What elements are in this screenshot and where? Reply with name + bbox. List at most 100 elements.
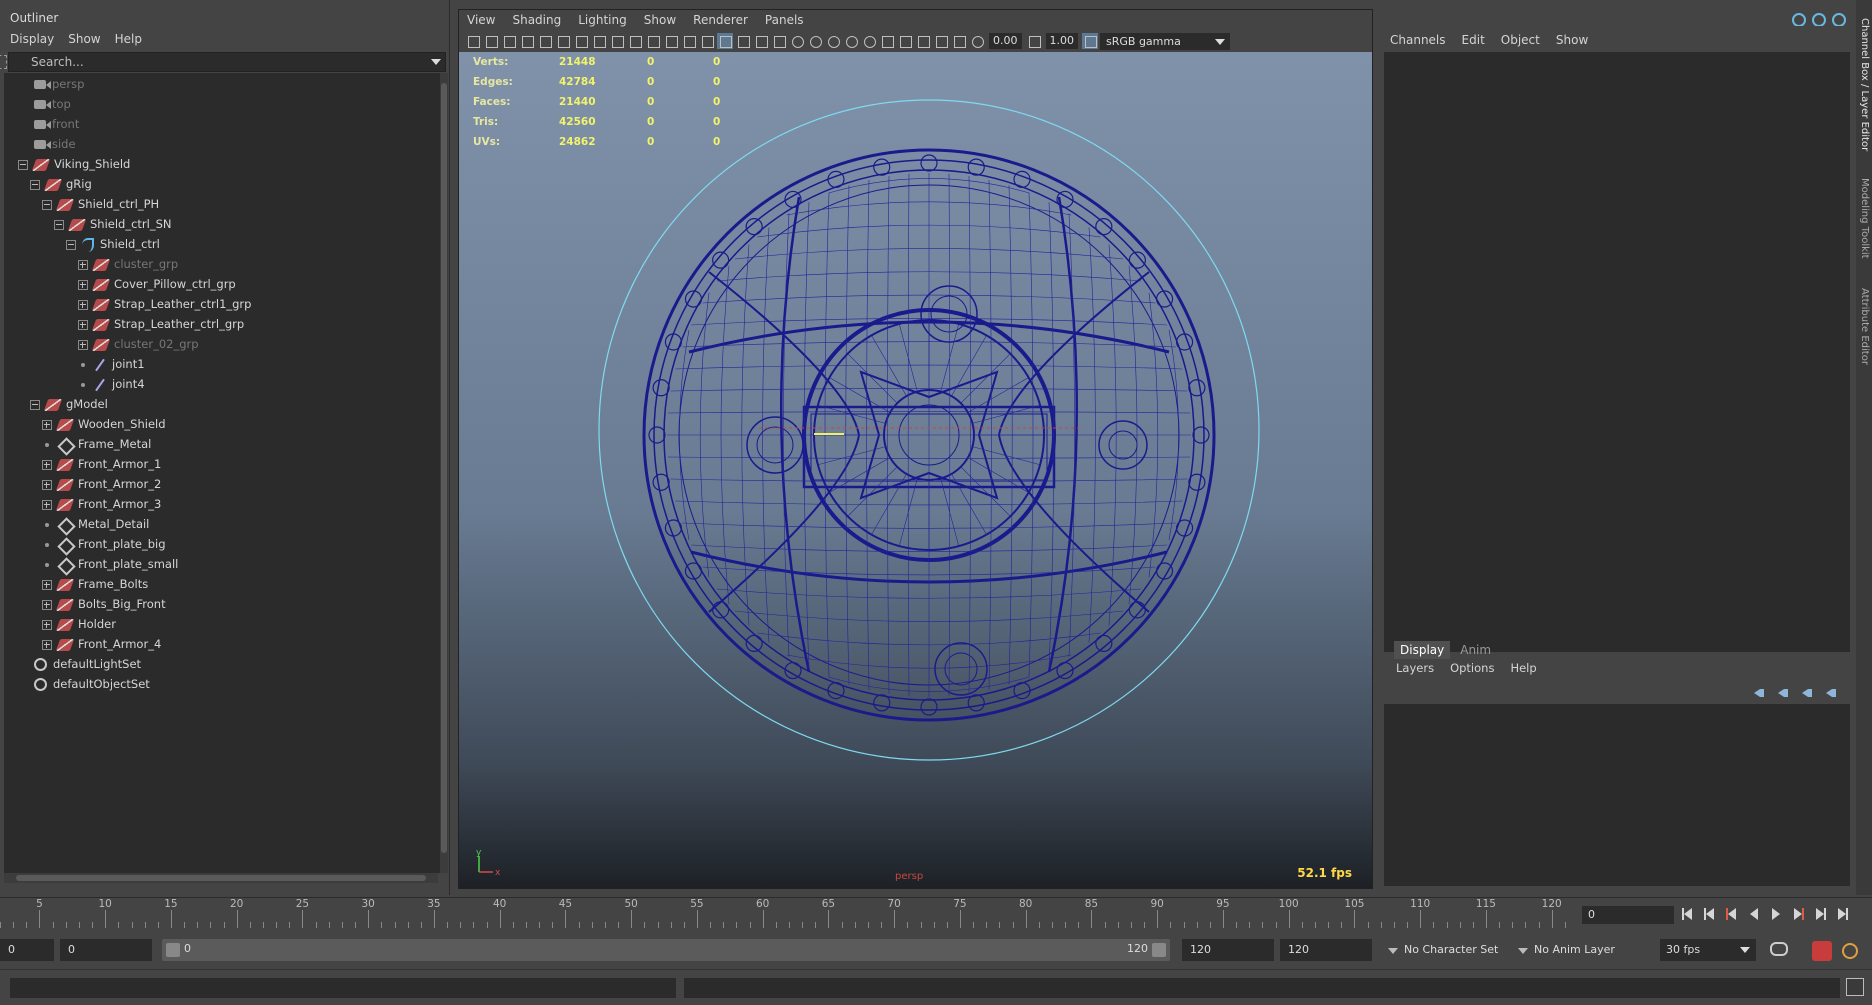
select-camera-icon[interactable] xyxy=(465,33,481,49)
viewport-menu-panels[interactable]: Panels xyxy=(765,13,804,27)
outliner-item[interactable]: Front_Armor_3 xyxy=(42,494,161,514)
xray-active-icon[interactable] xyxy=(933,33,949,49)
outliner-item[interactable]: Front_Armor_4 xyxy=(42,634,161,654)
expand-icon[interactable] xyxy=(42,599,52,610)
expand-icon[interactable] xyxy=(78,339,88,350)
expand-icon[interactable] xyxy=(78,279,88,290)
time-ruler[interactable]: 5 10 15 20 25 30 35 40 45 50 55 60 65 70 75 80 85 90 95 100… xyxy=(0,898,1578,930)
collapse-icon[interactable] xyxy=(18,159,28,170)
color-space-select[interactable]: sRGB gamma xyxy=(1100,32,1230,50)
safe-title-icon[interactable] xyxy=(699,33,715,49)
expand-icon[interactable] xyxy=(42,639,52,650)
exposure-field[interactable]: 0.00 xyxy=(989,33,1022,49)
outliner-item[interactable]: defaultLightSet xyxy=(18,654,141,674)
expand-icon[interactable] xyxy=(42,419,52,430)
manipulator[interactable] xyxy=(759,427,1079,435)
script-editor-icon[interactable] xyxy=(1846,978,1864,996)
expand-icon[interactable] xyxy=(42,579,52,590)
outliner-item[interactable]: Front_Armor_1 xyxy=(42,454,161,474)
side-tab-attribute-editor[interactable]: Attribute Editor xyxy=(1859,288,1870,365)
shadows-icon[interactable] xyxy=(807,33,823,49)
range-start-handle[interactable] xyxy=(166,943,180,957)
outliner-menu-display[interactable]: Display xyxy=(10,32,54,46)
collapse-icon[interactable] xyxy=(30,179,40,190)
field-chart-icon[interactable] xyxy=(663,33,679,49)
command-input[interactable] xyxy=(10,978,676,998)
animation-preferences-icon[interactable] xyxy=(1842,943,1858,959)
outliner-item[interactable]: Bolts_Big_Front xyxy=(42,594,166,614)
grid-icon[interactable] xyxy=(591,33,607,49)
auto-key-icon[interactable] xyxy=(1812,941,1832,961)
fps-select[interactable]: 30 fps xyxy=(1660,939,1756,961)
collapse-icon[interactable] xyxy=(30,399,40,410)
move-layer-up-icon[interactable] xyxy=(1752,687,1768,699)
textured-icon[interactable] xyxy=(771,33,787,49)
outliner-item[interactable]: front xyxy=(18,114,79,134)
step-forward-key-icon[interactable] xyxy=(1812,907,1828,921)
side-tab-modeling-toolkit[interactable]: Modeling Toolkit xyxy=(1859,178,1870,259)
outliner-menu-show[interactable]: Show xyxy=(68,32,100,46)
layer-menu-help[interactable]: Help xyxy=(1510,661,1536,675)
camera-attributes-icon[interactable] xyxy=(483,33,499,49)
outliner-item[interactable]: Frame_Bolts xyxy=(42,574,148,594)
loop-icon[interactable] xyxy=(1770,942,1788,956)
outliner-item[interactable]: defaultObjectSet xyxy=(18,674,150,694)
outliner-item[interactable]: Frame_Metal xyxy=(42,434,151,454)
gamma-field[interactable]: 1.00 xyxy=(1045,33,1078,49)
go-to-start-icon[interactable] xyxy=(1680,907,1696,921)
two-d-pan-icon[interactable] xyxy=(555,33,571,49)
outliner-item[interactable]: Front_plate_small xyxy=(42,554,178,574)
bookmark-icon[interactable] xyxy=(537,33,553,49)
motion-blur-icon[interactable] xyxy=(843,33,859,49)
current-frame-field[interactable]: 0 xyxy=(1582,906,1674,924)
collapse-icon[interactable] xyxy=(66,239,76,250)
viewport-menu-shading[interactable]: Shading xyxy=(512,13,561,27)
channel-box-menu-channels[interactable]: Channels xyxy=(1390,33,1446,47)
outliner-item[interactable]: gModel xyxy=(30,394,108,414)
viewport-menu-lighting[interactable]: Lighting xyxy=(578,13,627,27)
outliner-item[interactable]: joint4 xyxy=(78,374,145,394)
search-dropdown-icon[interactable] xyxy=(431,59,441,65)
gamma-icon[interactable] xyxy=(1026,33,1042,49)
outliner-item[interactable]: top xyxy=(18,94,71,114)
viewport-menu-show[interactable]: Show xyxy=(644,13,676,27)
side-tab-channel-box[interactable]: Channel Box / Layer Editor xyxy=(1859,18,1870,151)
new-layer-selected-icon[interactable] xyxy=(1824,687,1840,699)
play-backwards-icon[interactable] xyxy=(1746,907,1762,921)
outliner-item[interactable]: side xyxy=(18,134,76,154)
modeling-toolkit-icon[interactable] xyxy=(1790,11,1806,27)
playback-start-field[interactable]: 0 xyxy=(60,939,152,961)
expand-icon[interactable] xyxy=(42,499,52,510)
viewport-menu-renderer[interactable]: Renderer xyxy=(693,13,748,27)
move-layer-down-icon[interactable] xyxy=(1776,687,1792,699)
viewport-scene[interactable]: Verts: 21448 0 0 Edges: 42784 0 0 Faces: 21440 0 0 T… xyxy=(459,52,1372,888)
isolate-select-icon[interactable] xyxy=(897,33,913,49)
outliner-item[interactable]: cluster_02_grp xyxy=(78,334,199,354)
range-slider[interactable]: 0 120 xyxy=(162,939,1170,961)
outliner-item[interactable]: Shield_ctrl_SN xyxy=(54,214,172,234)
animation-end-field[interactable]: 120 xyxy=(1280,939,1372,961)
outliner-item[interactable]: Front_Armor_2 xyxy=(42,474,161,494)
outliner-item[interactable]: Shield_ctrl_PH xyxy=(42,194,159,214)
attribute-editor-icon[interactable] xyxy=(1830,11,1846,27)
image-plane-icon[interactable] xyxy=(519,33,535,49)
outliner-item[interactable]: Strap_Leather_ctrl1_grp xyxy=(78,294,251,314)
new-empty-layer-icon[interactable] xyxy=(1800,687,1816,699)
outliner-item[interactable]: joint1 xyxy=(78,354,145,374)
anim-layer-dropdown[interactable]: No Anim Layer xyxy=(1514,939,1615,961)
grease-pencil-icon[interactable] xyxy=(573,33,589,49)
anti-aliasing-icon[interactable] xyxy=(861,33,877,49)
channel-box-menu-show[interactable]: Show xyxy=(1556,33,1588,47)
outliner-item[interactable]: Holder xyxy=(42,614,116,634)
safe-action-icon[interactable] xyxy=(681,33,697,49)
collapse-icon[interactable] xyxy=(42,199,52,210)
outliner-search-input[interactable]: Search... xyxy=(0,52,446,72)
exposure-icon[interactable] xyxy=(969,33,985,49)
outliner-item[interactable]: persp xyxy=(18,74,84,94)
bookmarks-icon[interactable] xyxy=(501,33,517,49)
depth-of-field-icon[interactable] xyxy=(879,33,895,49)
hypershade-icon[interactable] xyxy=(1810,11,1826,27)
outliner-item[interactable]: Viking_Shield xyxy=(18,154,130,174)
resolution-gate-icon[interactable] xyxy=(627,33,643,49)
ambient-occlusion-icon[interactable] xyxy=(825,33,841,49)
